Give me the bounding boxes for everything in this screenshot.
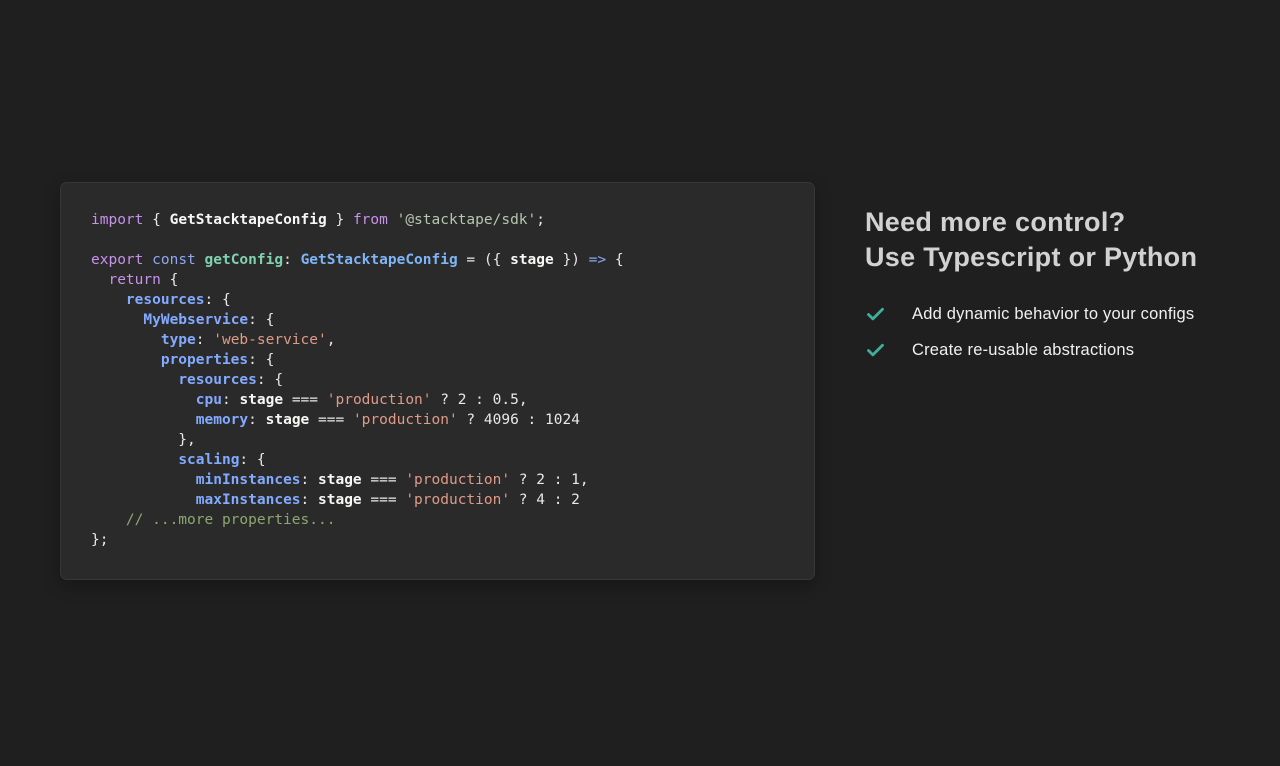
code-block: import { GetStacktapeConfig } from '@sta… (91, 212, 624, 548)
feature-list: Add dynamic behavior to your configs Cre… (865, 304, 1235, 361)
section-title-line1: Need more control? (865, 207, 1126, 237)
feature-label: Create re-usable abstractions (912, 341, 1135, 359)
check-icon (867, 307, 884, 321)
section-title: Need more control? Use Typescript or Pyt… (865, 205, 1235, 275)
feature-panel: Need more control? Use Typescript or Pyt… (865, 205, 1235, 376)
section-title-line2: Use Typescript or Python (865, 242, 1198, 272)
list-item: Add dynamic behavior to your configs (865, 304, 1235, 325)
feature-label: Add dynamic behavior to your configs (912, 305, 1195, 323)
list-item: Create re-usable abstractions (865, 340, 1235, 361)
code-card: import { GetStacktapeConfig } from '@sta… (60, 182, 815, 580)
check-icon (867, 343, 884, 357)
